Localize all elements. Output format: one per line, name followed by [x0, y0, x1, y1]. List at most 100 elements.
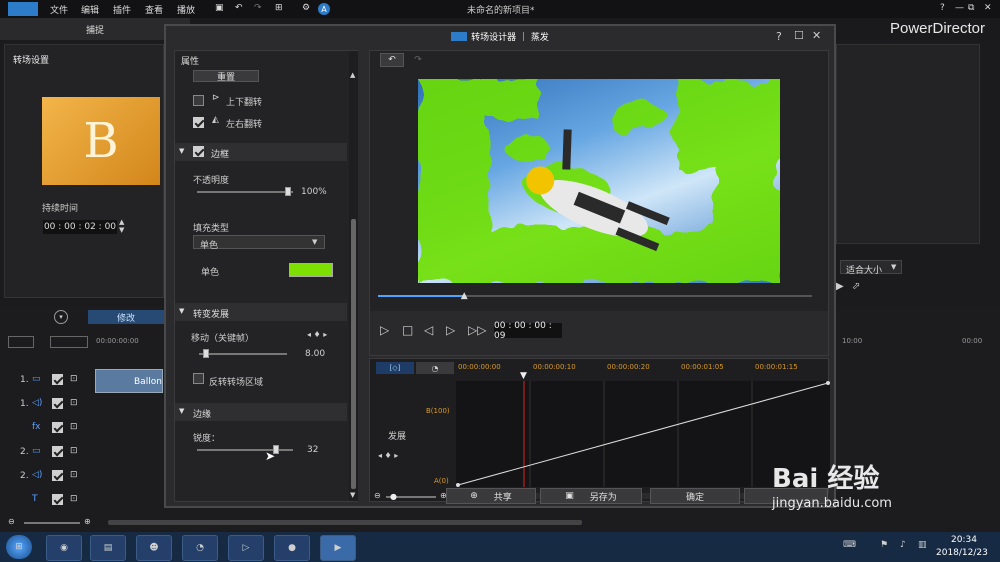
minimize-button[interactable]: — — [955, 3, 964, 13]
reset-button[interactable]: 重置 — [193, 70, 259, 83]
move-slider-handle[interactable] — [203, 349, 210, 358]
zoom-out-icon[interactable]: ⊖ — [374, 491, 381, 500]
play-icon[interactable]: ▷ — [380, 323, 389, 337]
zoom-handle[interactable]: ● — [390, 492, 397, 501]
play-icon[interactable]: ▶ — [836, 281, 844, 292]
tray-network-icon[interactable]: ▥ — [918, 540, 927, 550]
track-enable-checkbox[interactable] — [52, 374, 63, 385]
dialog-close-button[interactable]: ✕ — [812, 29, 821, 42]
zoom-in-icon[interactable]: ⊕ — [84, 517, 91, 526]
fit-select[interactable]: 适合大小 ▼ — [840, 260, 902, 276]
keyframe-nav[interactable]: ◂ ♦ ▸ — [307, 330, 327, 339]
tray-keyboard-icon[interactable]: ⌨ — [843, 540, 856, 550]
save-icon[interactable]: ▣ — [215, 3, 224, 13]
modify-button[interactable]: 修改 — [88, 310, 164, 324]
track-header: 2. ▭ ⊡ — [14, 445, 94, 459]
opacity-label: 不透明度 — [193, 176, 230, 186]
border-section-header[interactable]: ▼ 边框 — [175, 143, 347, 161]
settings-icon[interactable]: ⚙ — [302, 3, 310, 13]
menu-edit[interactable]: 编辑 — [81, 3, 99, 16]
track-enable-checkbox[interactable] — [52, 494, 63, 505]
share-button[interactable]: ⊕ 共享 — [446, 488, 536, 504]
lock-icon[interactable]: ⊡ — [70, 422, 78, 432]
menu-file[interactable]: 文件 — [50, 3, 68, 16]
lock-icon[interactable]: ⊡ — [70, 494, 78, 504]
zoom-out-icon[interactable]: ⊖ — [8, 517, 15, 526]
scroll-down-icon[interactable]: ▼ — [350, 491, 355, 499]
restore-button[interactable]: ⧉ — [968, 3, 974, 13]
taskbar-app-qq[interactable]: ☻ — [136, 535, 172, 561]
track-enable-checkbox[interactable] — [52, 446, 63, 457]
lock-icon[interactable]: ⊡ — [70, 446, 78, 456]
tab-capture[interactable]: 捕捉 — [0, 18, 190, 40]
account-icon[interactable]: A — [318, 3, 330, 15]
move-slider[interactable] — [199, 353, 287, 355]
lock-icon[interactable]: ⊡ — [70, 374, 78, 384]
opacity-slider[interactable] — [197, 191, 293, 193]
taskbar-app-powerdirector[interactable]: ▶ — [320, 535, 356, 561]
track-enable-checkbox[interactable] — [52, 470, 63, 481]
clock-time[interactable]: 20:34 — [951, 535, 977, 545]
redo-icon[interactable]: ↷ — [254, 3, 262, 13]
taskbar-app-recorder[interactable]: ● — [274, 535, 310, 561]
edge-section-header[interactable]: ▼ 边缘 — [175, 403, 347, 421]
taskbar-app-explorer[interactable]: ▤ — [90, 535, 126, 561]
taskbar-app-browser[interactable]: ◉ — [46, 535, 82, 561]
scrub-handle[interactable]: ▲ — [461, 291, 468, 301]
taskbar-app-media[interactable]: ▷ — [228, 535, 264, 561]
menu-plugins[interactable]: 插件 — [113, 3, 131, 16]
playhead-handle[interactable]: ▼ — [520, 371, 527, 381]
stop-icon[interactable]: □ — [402, 323, 413, 337]
menu-view[interactable]: 查看 — [145, 3, 163, 16]
progress-section-header[interactable]: ▼ 转变发展 — [175, 303, 347, 321]
keyframe-tab[interactable]: [◇] — [376, 362, 414, 374]
lock-icon[interactable]: ⊡ — [70, 470, 78, 480]
border-checkbox[interactable] — [193, 146, 204, 157]
duration-stepper[interactable]: ▲ ▼ — [119, 218, 124, 234]
clock-date[interactable]: 2018/12/23 — [936, 548, 988, 558]
scrollbar-thumb[interactable] — [351, 219, 356, 489]
dialog-title: 转场设计器 ｜ 蒸发 — [471, 32, 549, 43]
track-enable-checkbox[interactable] — [52, 422, 63, 433]
save-as-button[interactable]: ▣ 另存为 — [540, 488, 642, 504]
help-button[interactable]: ? — [940, 3, 945, 13]
undo-icon[interactable]: ↶ — [235, 3, 243, 13]
track-text-icon: T — [32, 494, 38, 504]
duration-field[interactable]: 00 : 00 : 02 : 00 — [43, 220, 117, 234]
collapse-icon[interactable]: ▾ — [54, 310, 68, 324]
speed-tab[interactable]: ◔ — [416, 362, 454, 374]
fast-forward-icon[interactable]: ▷▷ — [468, 323, 486, 337]
opacity-slider-handle[interactable] — [285, 187, 292, 196]
tray-flag-icon[interactable]: ⚑ — [880, 540, 888, 550]
fill-color-swatch[interactable] — [289, 263, 333, 277]
menu-play[interactable]: 播放 — [177, 3, 195, 16]
taskbar-app-firefox[interactable]: ◔ — [182, 535, 218, 561]
reverse-area-checkbox[interactable] — [193, 373, 204, 384]
prev-frame-icon[interactable]: ◁ — [424, 323, 433, 337]
aspect-icon[interactable]: ⊞ — [275, 3, 283, 13]
flip-horizontal-checkbox[interactable] — [193, 117, 204, 128]
dialog-maximize-button[interactable]: ☐ — [794, 29, 804, 42]
fit-timeline-icon[interactable] — [50, 336, 88, 348]
properties-scrollbar[interactable]: ▲ ▼ — [349, 51, 358, 501]
timeline-clip[interactable]: Ballon — [95, 369, 163, 393]
track-enable-checkbox[interactable] — [52, 398, 63, 409]
dialog-help-button[interactable]: ? — [776, 30, 782, 43]
redo-button[interactable]: ↷ — [406, 53, 430, 67]
start-button[interactable]: ⊞ — [6, 535, 32, 559]
track-manager-icon[interactable] — [8, 336, 34, 348]
preview-image — [418, 79, 780, 283]
next-frame-icon[interactable]: ▷ — [446, 323, 455, 337]
fill-type-select[interactable]: 单色 ▼ — [193, 235, 325, 251]
ok-button[interactable]: 确定 — [650, 488, 740, 504]
lock-icon[interactable]: ⊡ — [70, 398, 78, 408]
main-timeline-scrollbar[interactable] — [108, 520, 582, 525]
flip-vertical-checkbox[interactable] — [193, 95, 204, 106]
export-icon[interactable]: ⬀ — [852, 281, 860, 292]
main-zoom-slider[interactable] — [24, 522, 80, 524]
scroll-up-icon[interactable]: ▲ — [350, 71, 355, 79]
keyframe-nav-2[interactable]: ◂ ♦ ▸ — [378, 451, 398, 460]
tray-volume-icon[interactable]: ♪ — [900, 540, 906, 550]
undo-button[interactable]: ↶ — [380, 53, 404, 67]
close-button[interactable]: ✕ — [984, 3, 992, 13]
